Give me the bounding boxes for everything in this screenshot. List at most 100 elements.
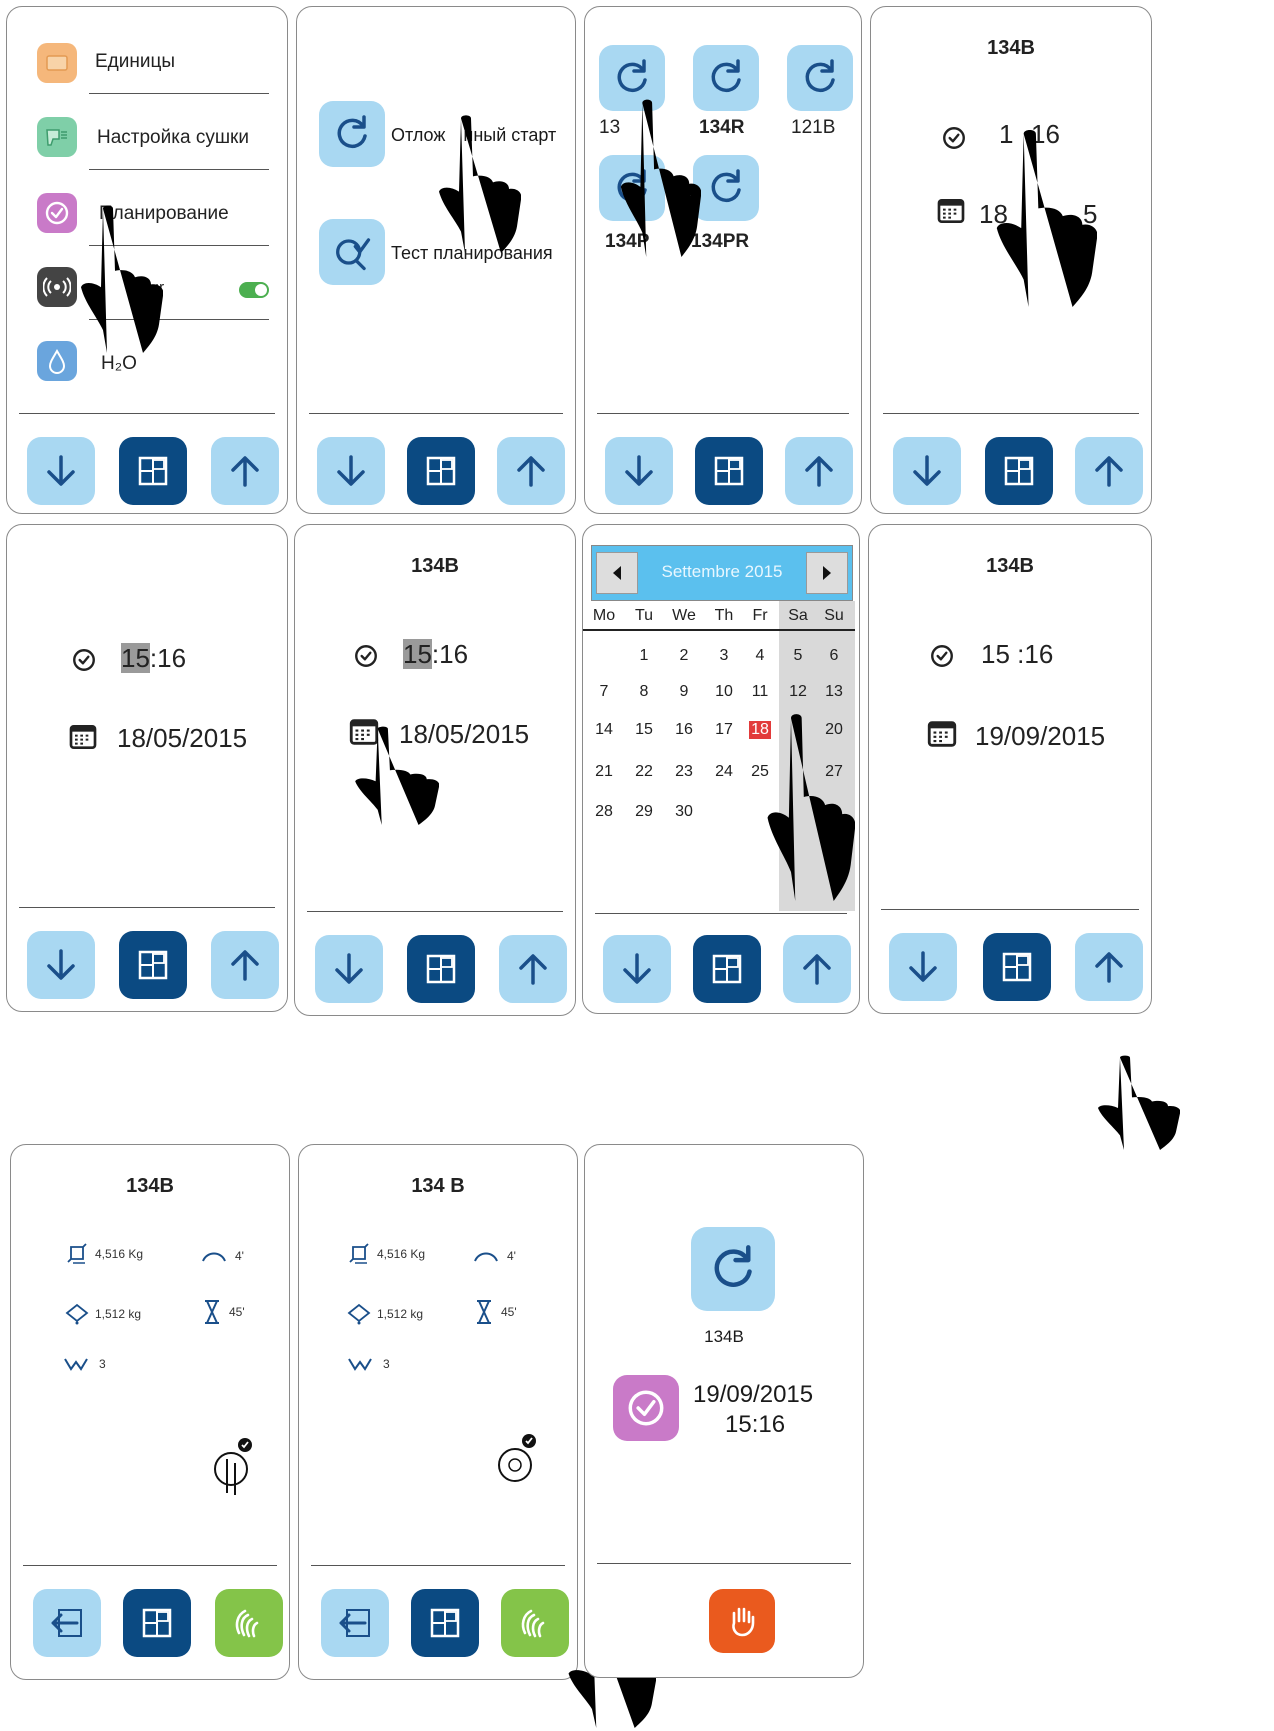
home-button[interactable]	[695, 437, 763, 505]
scroll-up-button[interactable]	[497, 437, 565, 505]
start-button[interactable]	[215, 1589, 283, 1657]
program-134p-button[interactable]	[599, 155, 665, 221]
calendar-day[interactable]: 28	[585, 803, 623, 821]
calendar-day[interactable]: 14	[585, 721, 623, 739]
calendar-day[interactable]: 2	[665, 647, 703, 665]
scroll-up-button[interactable]	[783, 935, 851, 1003]
program-121b-button[interactable]	[787, 45, 853, 111]
menu-item-wireless[interactable]: ır	[155, 279, 164, 296]
date-text[interactable]: 18/05/2015	[399, 719, 529, 750]
calendar-day[interactable]: 15	[625, 721, 663, 739]
calendar-day[interactable]: 16	[665, 721, 703, 739]
calendar-day[interactable]: 6	[815, 647, 853, 665]
calendar-day[interactable]: 4	[741, 647, 779, 665]
calendar-day[interactable]: 5	[779, 647, 817, 665]
calendar-day[interactable]: 8	[625, 683, 663, 701]
scroll-up-button[interactable]	[211, 931, 279, 999]
calendar-icon[interactable]	[347, 715, 381, 749]
time-text[interactable]: 15 :16	[981, 639, 1053, 670]
calendar-day[interactable]: 29	[625, 803, 663, 821]
calendar-day[interactable]: 12	[779, 683, 817, 701]
scroll-down-button[interactable]	[27, 437, 95, 505]
menu-item-drying-settings[interactable]: Настройка сушки	[97, 127, 249, 149]
hour-selected[interactable]: 15	[403, 639, 432, 669]
scroll-down-button[interactable]	[603, 935, 671, 1003]
prev-month-button[interactable]	[596, 552, 638, 594]
scroll-down-button[interactable]	[889, 933, 957, 1001]
program-134b-button[interactable]	[599, 45, 665, 111]
scroll-down-button[interactable]	[315, 935, 383, 1003]
minutes[interactable]: :16	[150, 643, 186, 673]
calendar-day[interactable]: 3	[705, 647, 743, 665]
time-text[interactable]: 15:16	[121, 643, 186, 674]
delayed-start-button[interactable]	[319, 101, 385, 167]
scroll-down-button[interactable]	[605, 437, 673, 505]
calendar-day[interactable]: 27	[815, 763, 853, 781]
scroll-down-button[interactable]	[27, 931, 95, 999]
scroll-up-button[interactable]	[1075, 437, 1143, 505]
start-button[interactable]	[501, 1589, 569, 1657]
home-button[interactable]	[407, 437, 475, 505]
test-planning-label[interactable]: Тест планирования	[391, 243, 553, 264]
calendar-day[interactable]: 1	[625, 647, 663, 665]
home-button[interactable]	[123, 1589, 191, 1657]
calendar-day[interactable]: 23	[665, 763, 703, 781]
calendar-day[interactable]: 21	[585, 763, 623, 781]
wireless-icon[interactable]	[37, 267, 77, 307]
dryer-icon[interactable]	[37, 117, 77, 157]
date-text[interactable]: 19/09/2015	[975, 721, 1105, 752]
screen-planning-menu: Отлож нный старт Тест планирования	[296, 6, 576, 514]
hour-selected[interactable]: 15	[121, 643, 150, 673]
menu-item-water[interactable]: H₂O	[101, 353, 137, 375]
home-button[interactable]	[693, 935, 761, 1003]
back-button[interactable]	[321, 1589, 389, 1657]
calendar-day[interactable]: 9	[665, 683, 703, 701]
calendar-day[interactable]: 11	[741, 683, 779, 701]
scroll-down-button[interactable]	[893, 437, 961, 505]
next-month-button[interactable]	[806, 552, 848, 594]
home-button[interactable]	[411, 1589, 479, 1657]
schedule-icon[interactable]	[37, 193, 77, 233]
scroll-down-button[interactable]	[317, 437, 385, 505]
time-minutes-text[interactable]: 16	[1031, 119, 1060, 150]
time-text[interactable]: 15:16	[403, 639, 468, 670]
date-year-text[interactable]: 5	[1083, 199, 1097, 230]
stop-button[interactable]	[709, 1589, 775, 1653]
time-hour-text[interactable]: 1	[999, 119, 1013, 150]
wireless-toggle[interactable]	[239, 282, 269, 298]
fingerprint-confirm-icon[interactable]	[199, 1423, 263, 1499]
program-134r-button[interactable]	[693, 45, 759, 111]
scroll-up-button[interactable]	[499, 935, 567, 1003]
calendar-day[interactable]: 17	[705, 721, 743, 739]
calendar-day[interactable]: 30	[665, 803, 703, 821]
home-button[interactable]	[119, 437, 187, 505]
water-drop-icon[interactable]	[37, 341, 77, 381]
scroll-up-button[interactable]	[1075, 933, 1143, 1001]
home-button[interactable]	[119, 931, 187, 999]
calendar-day[interactable]: 10	[705, 683, 743, 701]
menu-item-units[interactable]: Единицы	[95, 51, 175, 73]
calendar-day[interactable]: 7	[585, 683, 623, 701]
calendar-day[interactable]: 22	[625, 763, 663, 781]
hand-pointer-icon	[1090, 1054, 1180, 1150]
back-button[interactable]	[33, 1589, 101, 1657]
calendar-day[interactable]: 13	[815, 683, 853, 701]
calendar-day[interactable]: 20	[815, 721, 853, 739]
scroll-up-button[interactable]	[785, 437, 853, 505]
program-134pr-button[interactable]	[693, 155, 759, 221]
units-icon[interactable]	[37, 43, 77, 83]
fingerprint-confirm-icon[interactable]	[489, 1427, 545, 1487]
date-day-text[interactable]: 18	[979, 199, 1008, 230]
menu-item-planning[interactable]: Планирование	[99, 203, 229, 225]
calendar-day[interactable]: 24	[705, 763, 743, 781]
delayed-start-label[interactable]: Отлож нный старт	[391, 125, 556, 146]
minutes[interactable]: :16	[432, 639, 468, 669]
home-button[interactable]	[985, 437, 1053, 505]
scroll-up-button[interactable]	[211, 437, 279, 505]
date-text[interactable]: 18/05/2015	[117, 723, 247, 754]
test-planning-button[interactable]	[319, 219, 385, 285]
home-button[interactable]	[407, 935, 475, 1003]
home-button[interactable]	[983, 933, 1051, 1001]
calendar-day[interactable]: 25	[741, 763, 779, 781]
calendar-day[interactable]: 18	[749, 721, 771, 739]
